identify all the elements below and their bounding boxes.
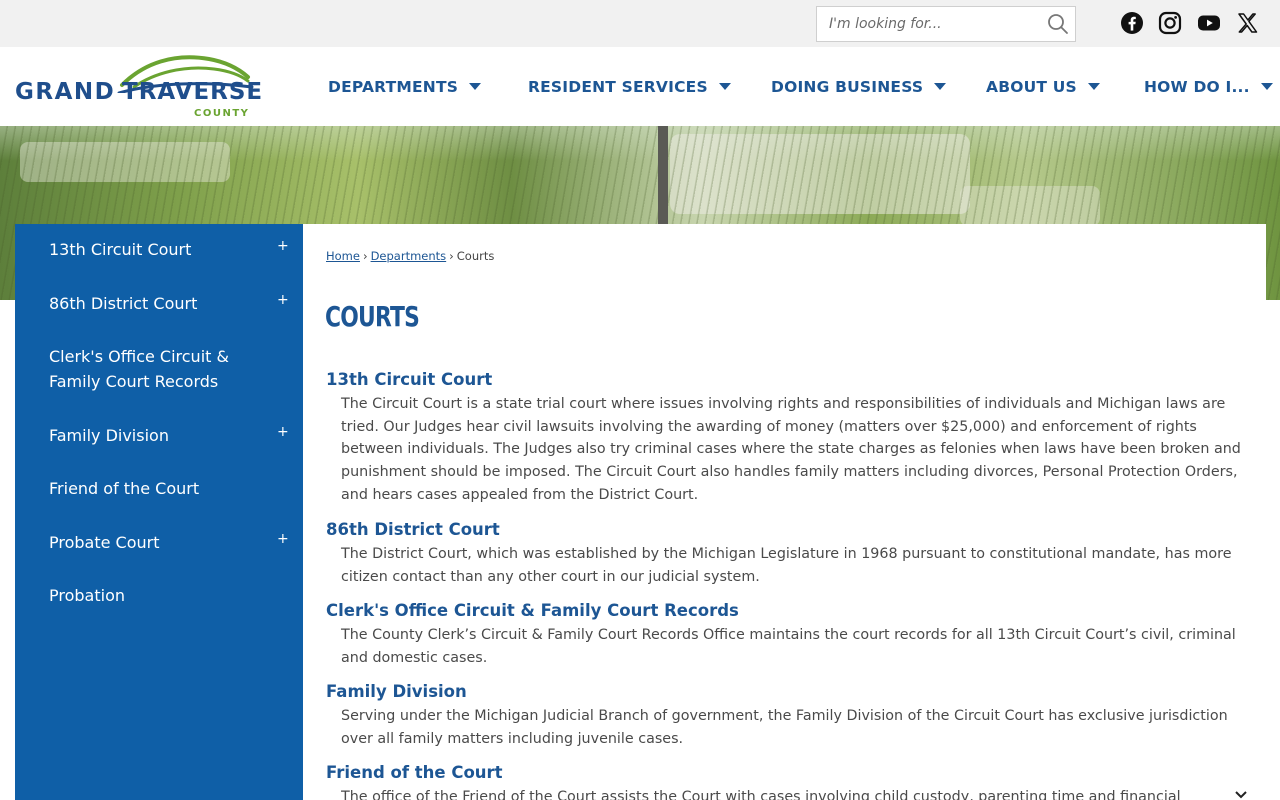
nav-resident-services[interactable]: RESIDENT SERVICES	[528, 47, 731, 126]
page-title: COURTS	[325, 300, 420, 333]
logo-text-grand: GRAND	[15, 79, 116, 105]
site-header: GRAND TRAVERSE COUNTY DEPARTMENTS RESIDE…	[0, 47, 1280, 126]
section-link-clerks-office[interactable]: Clerk's Office Circuit & Family Court Re…	[326, 601, 739, 620]
nav-doing-business[interactable]: DOING BUSINESS	[771, 47, 947, 126]
section-description: The County Clerk’s Circuit & Family Cour…	[341, 627, 1236, 666]
search-icon[interactable]	[1047, 13, 1069, 35]
nav-label: ABOUT US	[986, 77, 1077, 96]
nav-departments[interactable]: DEPARTMENTS	[328, 47, 482, 126]
sidebar-item-label: Probate Court	[49, 533, 160, 552]
sidebar-item-family-division[interactable]: Family Division +	[15, 410, 303, 462]
sidebar-item-label: Friend of the Court	[49, 479, 200, 498]
section-description: The District Court, which was establishe…	[341, 546, 1232, 585]
search-box	[816, 6, 1076, 42]
sidebar-item-label: 86th District Court	[49, 294, 198, 313]
search-input[interactable]	[817, 7, 1043, 41]
sidebar-item-probate-court[interactable]: Probate Court +	[15, 517, 303, 569]
sidebar-item-86th-district-court[interactable]: 86th District Court +	[15, 278, 303, 330]
utility-bar	[0, 0, 1280, 47]
nav-about-us[interactable]: ABOUT US	[986, 47, 1100, 126]
logo-text-traverse: TRAVERSE	[122, 79, 264, 105]
section-link-13th-circuit-court[interactable]: 13th Circuit Court	[326, 370, 492, 389]
expand-plus-icon[interactable]: +	[277, 424, 289, 440]
breadcrumb-departments-link[interactable]: Departments	[371, 249, 447, 263]
section-description: Serving under the Michigan Judicial Bran…	[341, 708, 1228, 747]
breadcrumb-current: Courts	[456, 249, 495, 263]
main-content: Home › Departments › Courts COURTS 13th Circ…	[303, 224, 1266, 800]
youtube-icon[interactable]	[1197, 11, 1221, 35]
nav-label: DEPARTMENTS	[328, 77, 459, 96]
sidebar-item-label: Clerk's Office Circuit & Family Court Re…	[49, 347, 229, 391]
breadcrumb-home-link[interactable]: Home	[326, 249, 360, 263]
expand-plus-icon[interactable]: +	[277, 292, 289, 308]
sidebar-item-probation[interactable]: Probation	[15, 571, 303, 623]
section-description: The office of the Friend of the Court as…	[341, 789, 1181, 800]
sidebar-item-label: 13th Circuit Court	[49, 240, 192, 259]
section-link-family-division[interactable]: Family Division	[326, 682, 467, 701]
nav-label: DOING BUSINESS	[771, 77, 924, 96]
instagram-icon[interactable]	[1158, 11, 1182, 35]
chevron-down-icon[interactable]	[1234, 790, 1248, 800]
logo-text-county: COUNTY	[194, 108, 250, 119]
nav-label: RESIDENT SERVICES	[528, 77, 708, 96]
nav-label: HOW DO I...	[1144, 77, 1250, 96]
caret-down-icon	[469, 83, 482, 90]
breadcrumb-separator: ›	[449, 249, 454, 263]
facebook-icon[interactable]	[1120, 11, 1144, 35]
nav-how-do-i[interactable]: HOW DO I...	[1144, 47, 1273, 126]
breadcrumb-separator: ›	[362, 249, 368, 263]
section-link-friend-of-the-court[interactable]: Friend of the Court	[326, 763, 503, 782]
caret-down-icon	[718, 83, 731, 90]
expand-plus-icon[interactable]: +	[277, 531, 289, 547]
banner-road	[658, 126, 668, 226]
caret-down-icon	[1260, 83, 1273, 90]
caret-down-icon	[1087, 83, 1100, 90]
caret-down-icon	[934, 83, 947, 90]
sidebar-item-13th-circuit-court[interactable]: 13th Circuit Court +	[15, 224, 303, 276]
sidebar-nav: 13th Circuit Court + 86th District Court…	[15, 224, 303, 800]
breadcrumb: Home › Departments › Courts	[326, 249, 494, 263]
section-link-86th-district-court[interactable]: 86th District Court	[326, 520, 500, 539]
sidebar-item-friend-of-the-court[interactable]: Friend of the Court	[15, 464, 303, 516]
sidebar-item-label: Probation	[49, 586, 125, 605]
x-icon[interactable]	[1236, 11, 1260, 35]
expand-plus-icon[interactable]: +	[277, 238, 289, 254]
section-description: The Circuit Court is a state trial court…	[341, 396, 1241, 503]
site-logo[interactable]: GRAND TRAVERSE COUNTY	[14, 53, 262, 121]
sidebar-item-label: Family Division	[49, 426, 169, 445]
sidebar-item-clerks-office[interactable]: Clerk's Office Circuit & Family Court Re…	[15, 332, 303, 404]
